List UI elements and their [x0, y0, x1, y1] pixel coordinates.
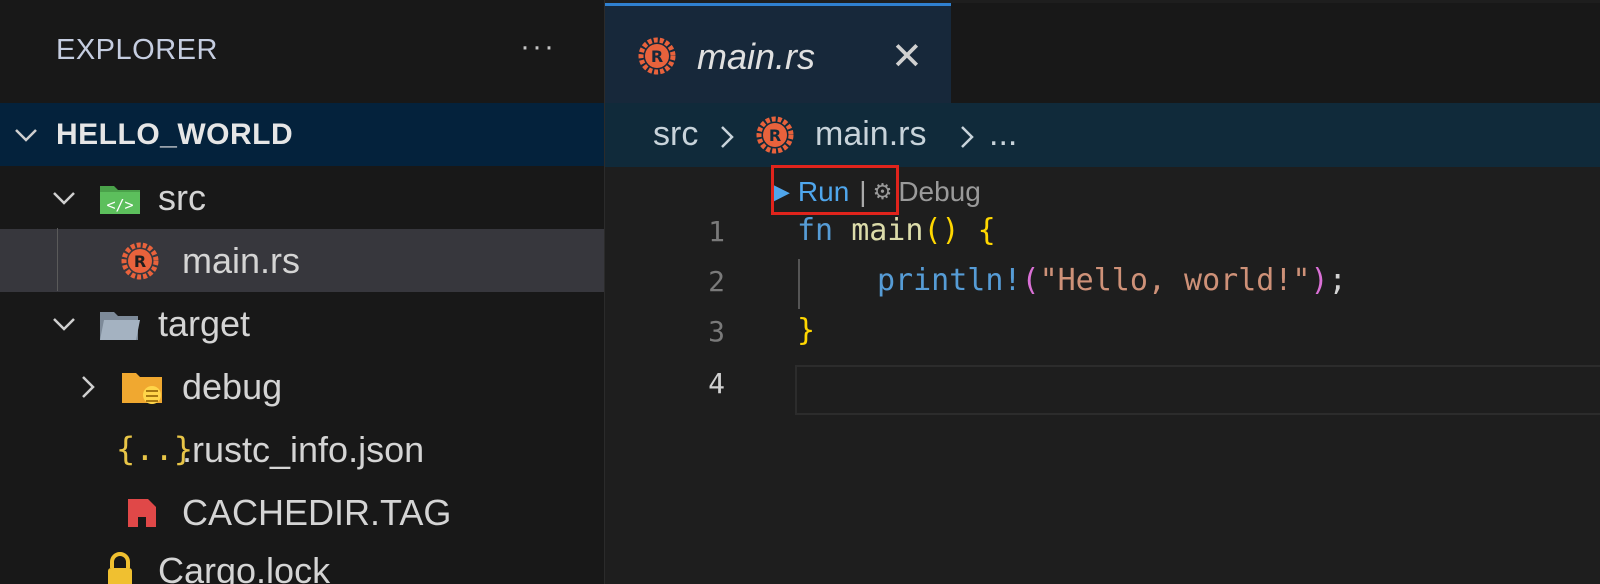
- tree-item-cargo-lock[interactable]: Cargo.lock: [0, 544, 604, 584]
- indent-guide: [57, 228, 58, 291]
- more-actions-icon[interactable]: ···: [520, 30, 556, 64]
- code-semicolon: ;: [1328, 263, 1347, 298]
- chevron-right-icon: [961, 126, 974, 148]
- code-editor[interactable]: ▶ Run | ⚙ Debug 1 2 3 4 fn main() { prin…: [605, 165, 1600, 584]
- code-string: "Hello, world!": [1039, 263, 1311, 298]
- chevron-down-icon: [53, 318, 75, 331]
- tree-item-src[interactable]: </> src: [0, 166, 604, 229]
- close-icon[interactable]: ✕: [891, 34, 923, 79]
- tree-item-label: Cargo.lock: [158, 550, 331, 584]
- code-line-1: fn main() {: [797, 213, 996, 248]
- code-line-2: println!("Hello, world!");: [877, 263, 1347, 298]
- svg-text:R: R: [769, 126, 781, 145]
- code-keyword: fn: [797, 213, 834, 248]
- tree-item-label: src: [158, 176, 206, 218]
- rust-file-icon: R: [756, 116, 794, 154]
- explorer-sidebar: EXPLORER ··· HELLO_WORLD </> src R main.…: [0, 0, 604, 584]
- folder-src-icon: </>: [100, 186, 140, 214]
- svg-text:</>: </>: [106, 196, 133, 214]
- tree-item-cachedir[interactable]: CACHEDIR.TAG: [0, 481, 604, 544]
- tab-title: main.rs: [697, 36, 816, 77]
- tree-item-main-rs[interactable]: R main.rs: [0, 229, 604, 292]
- chevron-right-icon: [721, 126, 734, 148]
- code-parens: (): [923, 213, 960, 248]
- tree-item-rustc-info[interactable]: {..} .rustc_info.json: [0, 418, 604, 481]
- tree-item-label: CACHEDIR.TAG: [182, 491, 452, 533]
- project-folder-row[interactable]: HELLO_WORLD: [0, 103, 604, 166]
- tree-item-target[interactable]: target: [0, 292, 604, 355]
- tree-item-label: debug: [182, 365, 283, 407]
- svg-text:R: R: [651, 47, 663, 66]
- line-number: 2: [708, 265, 725, 298]
- tree-item-label: main.rs: [182, 239, 301, 281]
- tab-bar: R main.rs ✕: [605, 3, 1600, 103]
- current-line-highlight: [795, 365, 1600, 415]
- tag-file-icon: [128, 499, 156, 527]
- line-number: 3: [708, 315, 725, 348]
- chevron-right-icon: [82, 376, 95, 398]
- line-number: 1: [708, 215, 725, 248]
- run-highlight-box: [771, 165, 899, 215]
- indent-guide: [798, 259, 800, 309]
- explorer-title: EXPLORER: [56, 34, 218, 66]
- breadcrumb-symbol[interactable]: ...: [989, 115, 1017, 154]
- code-paren-close: ): [1310, 263, 1329, 298]
- code-macro: println!: [877, 263, 1022, 298]
- editor-area: R main.rs ✕ src R main.rs ... ▶ Run | ⚙ …: [605, 0, 1600, 584]
- lock-icon: [108, 552, 132, 584]
- code-brace: {: [977, 213, 996, 248]
- tree-item-label: .rustc_info.json: [182, 428, 425, 470]
- code-brace: }: [797, 313, 816, 348]
- rust-file-icon: R: [638, 37, 676, 75]
- folder-debug-icon: [122, 373, 162, 404]
- debug-codelens[interactable]: Debug: [898, 176, 981, 208]
- breadcrumb-file[interactable]: main.rs: [815, 115, 926, 154]
- tab-main-rs[interactable]: R main.rs ✕: [605, 3, 951, 103]
- line-number-current: 4: [708, 367, 725, 400]
- tree-item-debug[interactable]: debug: [0, 355, 604, 418]
- chevron-down-icon: [53, 192, 75, 205]
- code-line-3: }: [797, 313, 815, 348]
- chevron-down-icon: [15, 129, 37, 142]
- breadcrumb: src R main.rs ...: [605, 103, 1600, 167]
- code-paren-open: (: [1021, 263, 1040, 298]
- breadcrumb-folder[interactable]: src: [653, 115, 698, 154]
- tree-item-label: target: [158, 302, 251, 344]
- code-function-name: main: [851, 213, 924, 248]
- svg-text:R: R: [134, 252, 146, 271]
- folder-icon: [100, 312, 140, 340]
- rust-file-icon: R: [121, 242, 159, 280]
- project-name: HELLO_WORLD: [56, 117, 294, 151]
